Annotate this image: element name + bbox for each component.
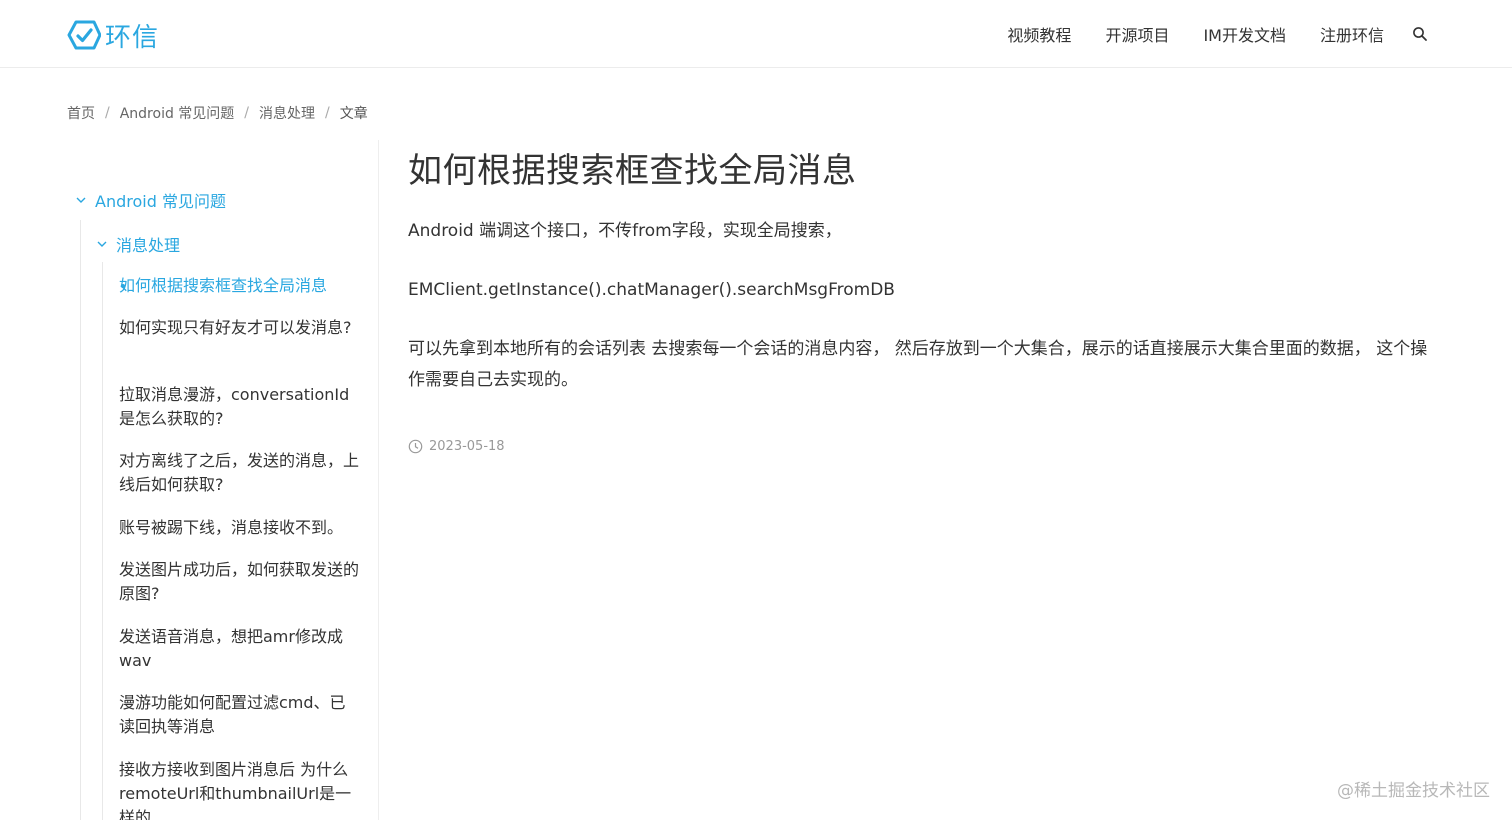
breadcrumb-android-faq[interactable]: Android 常见问题 (120, 103, 235, 123)
sidebar-tree: Android 常见问题 消息处理 如何根据搜索框查找全局消息 如何实现只有好友… (67, 140, 379, 820)
nav-video-tutorials[interactable]: 视频教程 (1007, 22, 1071, 46)
sidebar-subcategory-label: 消息处理 (116, 236, 181, 255)
chevron-down-icon (76, 197, 86, 203)
sidebar-item-global-search[interactable]: 如何根据搜索框查找全局消息 (119, 274, 359, 298)
watermark: @稀土掘金技术社区 (1337, 781, 1490, 801)
sidebar-category-android-faq[interactable]: Android 常见问题 (75, 188, 226, 212)
brand-logo[interactable]: 环信 (67, 17, 159, 53)
top-navbar: 环信 视频教程 开源项目 IM开发文档 注册环信 (0, 0, 1512, 68)
chevron-down-icon (97, 241, 107, 247)
sidebar-item-conversation-id[interactable]: 拉取消息漫游，conversationId是怎么获取的? (119, 383, 359, 431)
logo-icon (67, 20, 101, 50)
sidebar-item-amr-to-wav[interactable]: 发送语音消息，想把amr修改成wav (119, 625, 359, 673)
brand-name: 环信 (105, 22, 160, 53)
main-nav: 视频教程 开源项目 IM开发文档 注册环信 (973, 0, 1428, 67)
publish-date: 2023-05-18 (408, 439, 505, 454)
sidebar-subcategory-message-handling[interactable]: 消息处理 (96, 232, 180, 256)
article-title: 如何根据搜索框查找全局消息 (408, 151, 857, 191)
breadcrumb-message-handling[interactable]: 消息处理 (259, 103, 315, 123)
breadcrumb-home[interactable]: 首页 (67, 103, 95, 123)
nav-im-docs[interactable]: IM开发文档 (1203, 22, 1286, 46)
breadcrumb-article: 文章 (339, 106, 368, 122)
article-paragraph: 可以先拿到本地所有的会话列表 去搜索每一个会话的消息内容， 然后存放到一个大集合… (408, 339, 1428, 390)
search-icon[interactable] (1412, 26, 1428, 42)
tree-guide-line (80, 220, 81, 820)
breadcrumb-separator: / (105, 105, 110, 121)
sidebar-item-friends-only[interactable]: 如何实现只有好友才可以发消息? (119, 316, 359, 340)
sidebar-item-kicked-offline[interactable]: 账号被踢下线，消息接收不到。 (119, 516, 359, 540)
nav-register[interactable]: 注册环信 (1320, 22, 1384, 46)
breadcrumb-separator: / (244, 105, 250, 121)
sidebar-item-remote-url[interactable]: 接收方接收到图片消息后 为什么remoteUrl和thumbnailUrl是一样… (119, 758, 359, 820)
tree-guide-line (102, 262, 103, 820)
sidebar-item-original-image[interactable]: 发送图片成功后，如何获取发送的原图? (119, 558, 359, 606)
article-code-line: EMClient.getInstance().chatManager().sea… (408, 280, 895, 300)
breadcrumb: 首页 / Android 常见问题 / 消息处理 / 文章 (67, 103, 368, 123)
article: 如何根据搜索框查找全局消息 Android 端调这个接口，不传from字段，实现… (408, 145, 1438, 454)
nav-open-source[interactable]: 开源项目 (1105, 22, 1169, 46)
sidebar-item-roaming-filter[interactable]: 漫游功能如何配置过滤cmd、已读回执等消息 (119, 691, 359, 739)
article-paragraph: Android 端调这个接口，不传from字段，实现全局搜索， (408, 221, 842, 241)
breadcrumb-separator: / (325, 105, 330, 121)
sidebar-category-label: Android 常见问题 (95, 192, 226, 211)
sidebar-item-offline-messages[interactable]: 对方离线了之后，发送的消息，上线后如何获取? (119, 449, 359, 497)
publish-date-text: 2023-05-18 (429, 439, 505, 454)
clock-icon (408, 439, 423, 454)
